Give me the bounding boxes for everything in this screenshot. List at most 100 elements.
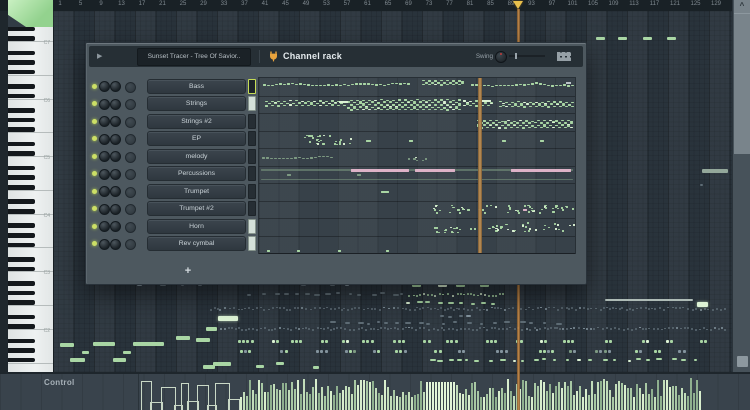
note[interactable] xyxy=(704,340,707,343)
note[interactable] xyxy=(404,350,407,353)
channel-name-button[interactable]: Bass xyxy=(147,79,246,94)
note[interactable] xyxy=(505,350,508,353)
note[interactable] xyxy=(608,350,611,353)
channel-name-button[interactable]: Trumpet #2 xyxy=(147,201,246,216)
control-lane[interactable]: Control xyxy=(0,372,750,410)
note[interactable] xyxy=(635,350,638,353)
channel-name-button[interactable]: Strings xyxy=(147,96,246,111)
volume-knob[interactable] xyxy=(110,221,121,232)
channel-mute-icon[interactable] xyxy=(125,117,136,128)
note[interactable] xyxy=(490,340,493,343)
channel-enable-led[interactable] xyxy=(92,136,97,141)
channel-indicator[interactable] xyxy=(248,149,256,164)
pattern-name-selector[interactable]: Sunset Tracer - Tree Of Savior.. xyxy=(137,48,251,66)
black-key[interactable] xyxy=(8,199,35,204)
black-key[interactable] xyxy=(8,108,35,113)
channel-indicator[interactable] xyxy=(248,236,256,251)
channel-indicator[interactable] xyxy=(248,184,256,199)
note[interactable] xyxy=(683,350,686,353)
pan-knob[interactable] xyxy=(99,99,110,110)
note[interactable] xyxy=(353,350,356,353)
pan-knob[interactable] xyxy=(99,81,110,92)
vertical-scrollbar[interactable]: ^ xyxy=(732,0,750,372)
note[interactable] xyxy=(494,340,497,343)
display-mode-grid-icon[interactable] xyxy=(557,52,571,61)
note[interactable] xyxy=(345,350,348,353)
pan-knob[interactable] xyxy=(99,116,110,127)
note[interactable] xyxy=(244,350,247,353)
note[interactable] xyxy=(496,350,499,353)
note[interactable] xyxy=(446,340,449,343)
channel-name-button[interactable]: melody xyxy=(147,149,246,164)
note[interactable] xyxy=(569,350,572,353)
channel-indicator[interactable] xyxy=(248,166,256,181)
note[interactable] xyxy=(313,366,319,369)
note[interactable] xyxy=(604,350,607,353)
note[interactable] xyxy=(248,350,251,353)
channel-preview-panel[interactable] xyxy=(258,77,576,254)
channel-name-button[interactable]: EP xyxy=(147,131,246,146)
pan-knob[interactable] xyxy=(99,186,110,197)
note[interactable] xyxy=(320,350,323,353)
note[interactable] xyxy=(285,350,288,353)
note[interactable] xyxy=(393,340,396,343)
note[interactable] xyxy=(520,340,523,343)
channel-indicator[interactable] xyxy=(248,219,256,234)
black-key[interactable] xyxy=(8,281,35,286)
channel-enable-led[interactable] xyxy=(92,84,97,89)
channel-mute-icon[interactable] xyxy=(125,134,136,145)
note[interactable] xyxy=(450,340,453,343)
note[interactable] xyxy=(325,340,328,343)
note[interactable] xyxy=(428,340,431,343)
volume-knob[interactable] xyxy=(110,186,121,197)
pan-knob[interactable] xyxy=(99,221,110,232)
volume-knob[interactable] xyxy=(110,204,121,215)
black-key[interactable] xyxy=(8,175,35,180)
note[interactable] xyxy=(639,350,642,353)
scrollbar-thumb[interactable] xyxy=(734,13,750,154)
note[interactable] xyxy=(563,340,566,343)
note[interactable] xyxy=(272,340,275,343)
note[interactable] xyxy=(605,299,693,301)
note[interactable] xyxy=(455,340,458,343)
note[interactable] xyxy=(539,350,542,353)
piano-keyboard[interactable]: C7C6C5C4C3C2 xyxy=(8,27,54,372)
note[interactable] xyxy=(618,37,627,40)
note[interactable] xyxy=(658,350,661,353)
channel-enable-led[interactable] xyxy=(92,101,97,106)
note[interactable] xyxy=(609,340,612,343)
black-key[interactable] xyxy=(8,300,35,305)
note[interactable] xyxy=(667,37,676,40)
note[interactable] xyxy=(434,350,437,353)
note[interactable] xyxy=(697,302,708,307)
volume-knob[interactable] xyxy=(110,134,121,145)
note[interactable] xyxy=(342,340,345,343)
black-key[interactable] xyxy=(8,257,35,262)
volume-knob[interactable] xyxy=(110,239,121,250)
scrollbar-widget[interactable] xyxy=(737,356,748,367)
channel-indicator[interactable] xyxy=(248,79,256,94)
note[interactable] xyxy=(646,340,649,343)
note[interactable] xyxy=(458,350,461,353)
note[interactable] xyxy=(678,350,681,353)
note[interactable] xyxy=(543,350,546,353)
note[interactable] xyxy=(316,350,319,353)
note[interactable] xyxy=(206,327,217,331)
note[interactable] xyxy=(123,351,131,354)
black-key[interactable] xyxy=(8,348,35,353)
note[interactable] xyxy=(605,340,608,343)
channel-indicator[interactable] xyxy=(248,201,256,216)
black-key[interactable] xyxy=(8,27,35,31)
playhead-marker-icon[interactable] xyxy=(513,1,523,9)
channel-mute-icon[interactable] xyxy=(125,204,136,215)
pan-knob[interactable] xyxy=(99,151,110,162)
note[interactable] xyxy=(700,340,703,343)
channel-mute-icon[interactable] xyxy=(125,152,136,163)
channel-enable-led[interactable] xyxy=(92,206,97,211)
note[interactable] xyxy=(670,340,673,343)
channel-name-button[interactable]: Percussions xyxy=(147,166,246,181)
note[interactable] xyxy=(486,340,489,343)
volume-knob[interactable] xyxy=(110,116,121,127)
black-key[interactable] xyxy=(8,166,35,171)
volume-knob[interactable] xyxy=(110,169,121,180)
